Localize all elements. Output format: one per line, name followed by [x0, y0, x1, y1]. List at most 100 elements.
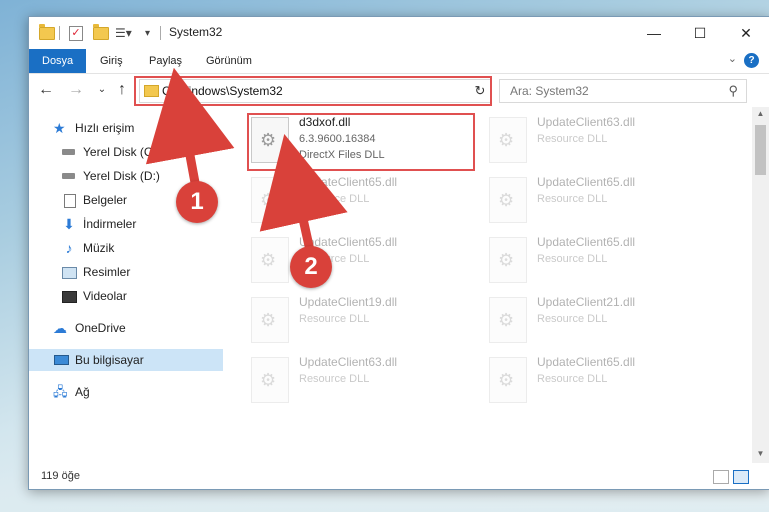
- new-folder-icon[interactable]: [93, 23, 109, 41]
- title-bar: ✓ ☰▾ ▾ System32 — ☐ ✕: [29, 17, 769, 49]
- sidebar-item-label: Belgeler: [83, 193, 128, 207]
- sidebar-item-label: Yerel Disk (D:): [83, 169, 160, 183]
- tiles-view-icon[interactable]: [733, 470, 749, 484]
- dll-file-icon: [251, 237, 289, 283]
- sidebar-item-label: Yerel Disk (C:): [83, 145, 160, 159]
- details-view-icon[interactable]: [713, 470, 729, 484]
- file-name: UpdateClient65.dll: [537, 355, 636, 369]
- search-placeholder: Ara: System32: [510, 84, 589, 98]
- sidebar-item-music[interactable]: ♪ Müzik 📌: [29, 237, 255, 259]
- sidebar-item-documents[interactable]: Belgeler 📌: [29, 189, 255, 211]
- up-button[interactable]: ↑: [113, 80, 131, 100]
- file-name: UpdateClient63.dll: [299, 355, 398, 369]
- sidebar-item-label: OneDrive: [75, 321, 126, 335]
- cloud-icon: ☁: [53, 320, 67, 336]
- star-icon: ★: [53, 120, 66, 136]
- scroll-thumb[interactable]: [755, 125, 766, 175]
- sidebar-item-label: Resimler: [83, 265, 131, 279]
- file-description: Resource DLL: [537, 193, 608, 205]
- documents-icon: [61, 193, 77, 208]
- pictures-icon: [61, 265, 77, 279]
- folder-icon: [39, 23, 55, 41]
- file-item[interactable]: UpdateClient63.dll Resource DLL: [251, 355, 479, 411]
- sidebar-item-label: Videolar: [83, 289, 127, 303]
- sidebar-item-disk-c[interactable]: Yerel Disk (C:) 📌: [29, 141, 255, 163]
- dll-file-icon: [251, 177, 289, 223]
- file-name: UpdateClient63.dll: [537, 115, 636, 129]
- file-item[interactable]: UpdateClient65.dll Resource DLL: [489, 355, 717, 411]
- sidebar-item-label: Bu bilgisayar: [75, 353, 144, 367]
- sidebar-item-label: Ağ: [75, 385, 90, 399]
- dll-file-icon: [251, 357, 289, 403]
- quick-access-dropdown-icon[interactable]: ▾: [145, 25, 150, 41]
- file-explorer-window: ✓ ☰▾ ▾ System32 — ☐ ✕ Dosya Giriş Paylaş…: [28, 16, 769, 490]
- sidebar-item-disk-d[interactable]: Yerel Disk (D:) 📌: [29, 165, 255, 187]
- search-icon[interactable]: ⚲: [728, 83, 738, 99]
- videos-icon: [61, 289, 77, 303]
- sidebar-item-pictures[interactable]: Resimler 📌: [29, 261, 255, 283]
- step-1-badge: 1: [176, 181, 218, 223]
- file-item[interactable]: UpdateClient63.dll Resource DLL: [489, 115, 717, 171]
- file-description: Resource DLL: [537, 373, 608, 385]
- file-item[interactable]: UpdateClient19.dll Resource DLL: [251, 295, 479, 351]
- download-icon: ⬇: [63, 216, 75, 232]
- separator: [160, 25, 161, 41]
- window-title: System32: [169, 25, 223, 39]
- navigation-pane: ★ Hızlı erişim Yerel Disk (C:) 📌 Yerel D…: [29, 107, 249, 463]
- properties-icon[interactable]: ✓: [69, 25, 83, 41]
- tab-share[interactable]: Paylaş: [136, 49, 195, 73]
- file-description: Resource DLL: [537, 313, 608, 325]
- sidebar-item-videos[interactable]: Videolar 📌: [29, 285, 255, 307]
- sidebar-item-label: Müzik: [83, 241, 115, 255]
- separator: [59, 25, 60, 41]
- minimize-button[interactable]: —: [631, 17, 677, 49]
- sidebar-item-onedrive[interactable]: ☁ OneDrive: [29, 317, 247, 339]
- recent-locations-icon[interactable]: ⌄: [93, 80, 111, 100]
- status-bar: 119 öğe: [29, 465, 769, 489]
- address-highlight-box: [134, 76, 492, 106]
- forward-button[interactable]: →: [67, 80, 85, 100]
- scroll-down-icon[interactable]: ▼: [755, 449, 766, 461]
- sidebar-item-this-pc[interactable]: Bu bilgisayar: [29, 349, 223, 371]
- step-2-badge: 2: [290, 246, 332, 288]
- file-name: UpdateClient19.dll: [299, 295, 398, 309]
- sidebar-item-quick-access[interactable]: ★ Hızlı erişim: [29, 117, 247, 139]
- dll-file-icon: [489, 297, 527, 343]
- network-icon: 🖧: [53, 384, 68, 399]
- ribbon: Dosya Giriş Paylaş Görünüm ⌄ ?: [29, 49, 769, 74]
- help-icon[interactable]: ?: [744, 53, 759, 68]
- file-item[interactable]: UpdateClient65.dll Resource DLL: [489, 235, 717, 291]
- scroll-up-icon[interactable]: ▲: [755, 109, 766, 121]
- back-button[interactable]: ←: [37, 80, 55, 100]
- sidebar-item-label: Hızlı erişim: [75, 121, 135, 135]
- file-name: UpdateClient21.dll: [537, 295, 636, 309]
- drive-icon: [61, 145, 77, 159]
- search-input[interactable]: Ara: System32 ⚲: [499, 79, 747, 103]
- dll-file-icon: [489, 237, 527, 283]
- sidebar-item-network[interactable]: 🖧 Ağ: [29, 381, 247, 403]
- customize-toolbar-icon[interactable]: ☰▾: [115, 25, 132, 41]
- tab-view[interactable]: Görünüm: [193, 49, 265, 73]
- tab-file[interactable]: Dosya: [29, 49, 87, 73]
- file-name: UpdateClient65.dll: [537, 235, 636, 249]
- music-icon: ♪: [65, 240, 73, 256]
- file-highlight-box: [247, 113, 475, 171]
- file-item[interactable]: UpdateClient65.dll Resource DLL: [489, 175, 717, 231]
- close-button[interactable]: ✕: [723, 17, 769, 49]
- computer-icon: [53, 353, 69, 367]
- vertical-scrollbar[interactable]: ▲ ▼: [752, 107, 769, 463]
- file-description: Resource DLL: [299, 373, 370, 385]
- expand-ribbon-icon[interactable]: ⌄: [728, 52, 737, 65]
- file-description: Resource DLL: [537, 133, 608, 145]
- dll-file-icon: [251, 297, 289, 343]
- maximize-button[interactable]: ☐: [677, 17, 723, 49]
- tab-home[interactable]: Giriş: [87, 49, 136, 73]
- file-description: Resource DLL: [299, 313, 370, 325]
- file-item[interactable]: UpdateClient65.dll Resource DLL: [251, 235, 479, 291]
- file-item[interactable]: UpdateClient65.dll Resource DLL: [251, 175, 479, 231]
- dll-file-icon: [489, 177, 527, 223]
- file-item[interactable]: UpdateClient21.dll Resource DLL: [489, 295, 717, 351]
- dll-file-icon: [489, 117, 527, 163]
- sidebar-item-downloads[interactable]: ⬇ İndirmeler 📌: [29, 213, 255, 235]
- file-name: UpdateClient65.dll: [299, 175, 398, 189]
